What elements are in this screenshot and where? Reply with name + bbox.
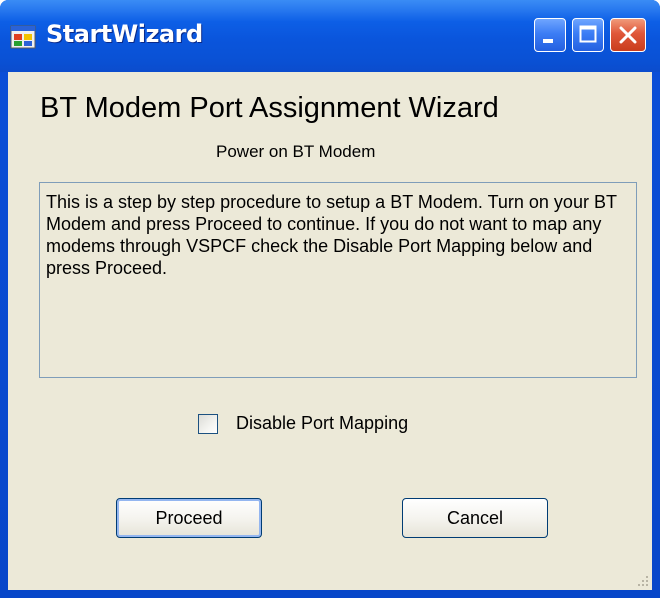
maximize-button[interactable] xyxy=(572,18,604,52)
window-bottom-border xyxy=(0,590,660,598)
proceed-button[interactable]: Proceed xyxy=(116,498,262,538)
disable-port-mapping-label[interactable]: Disable Port Mapping xyxy=(236,413,408,434)
client-area: BT Modem Port Assignment Wizard Power on… xyxy=(8,72,652,590)
disable-port-mapping-checkbox[interactable] xyxy=(198,414,218,434)
cancel-button[interactable]: Cancel xyxy=(402,498,548,538)
title-bar[interactable]: StartWizard xyxy=(0,0,660,72)
resize-grip-icon[interactable] xyxy=(634,572,650,588)
maximize-icon xyxy=(579,25,597,43)
step-subtitle: Power on BT Modem xyxy=(216,142,376,161)
close-icon xyxy=(619,26,637,44)
page-title: BT Modem Port Assignment Wizard xyxy=(40,92,499,124)
instructions-box: This is a step by step procedure to setu… xyxy=(39,182,637,378)
close-button[interactable] xyxy=(610,18,646,52)
minimize-button[interactable] xyxy=(534,18,566,52)
instructions-text: This is a step by step procedure to setu… xyxy=(46,192,617,278)
window-title: StartWizard xyxy=(46,20,203,48)
wizard-window: StartWizard BT Modem Port Assignment Wiz… xyxy=(0,0,660,598)
minimize-icon xyxy=(543,39,553,43)
application-icon xyxy=(10,25,36,49)
